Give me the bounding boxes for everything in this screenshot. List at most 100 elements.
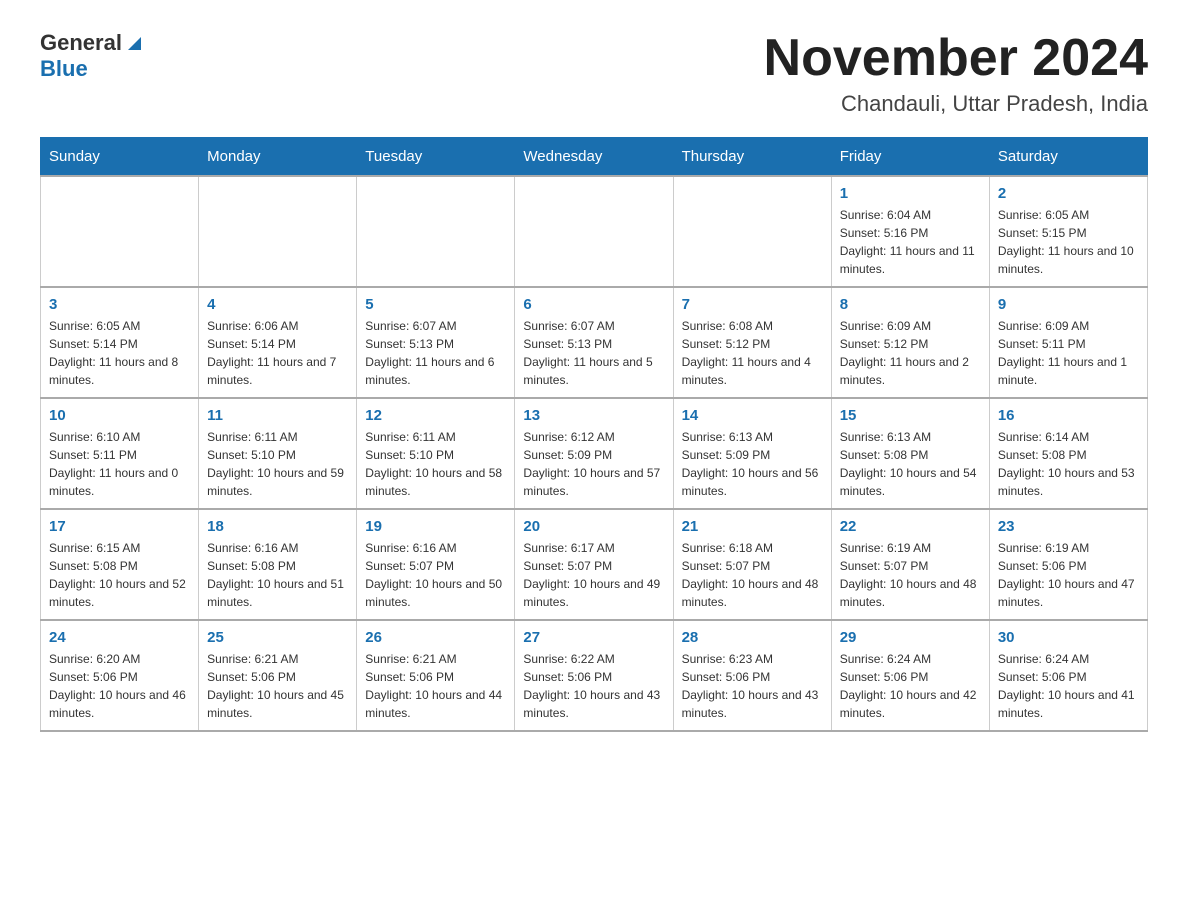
calendar-cell: 25 Sunrise: 6:21 AMSunset: 5:06 PMDayligh… [199, 620, 357, 731]
day-number: 18 [207, 518, 348, 535]
calendar-cell: 29Sunrise: 6:24 AMSunset: 5:06 PMDayligh… [831, 620, 989, 731]
calendar-cell: 12 Sunrise: 6:11 AMSunset: 5:10 PMDayligh… [357, 398, 515, 509]
day-number: 27 [523, 629, 664, 646]
logo-blue-text: Blue [40, 56, 88, 81]
day-info: Sunrise: 6:23 AMSunset: 5:06 PMDaylight:… [682, 650, 823, 722]
day-info: Sunrise: 6:16 AMSunset: 5:08 PMDaylight:… [207, 539, 348, 611]
day-number: 15 [840, 407, 981, 424]
day-info: Sunrise: 6:13 AMSunset: 5:08 PMDaylight:… [840, 428, 981, 500]
calendar-cell [357, 176, 515, 287]
day-number: 24 [49, 629, 190, 646]
day-info: Sunrise: 6:11 AMSunset: 5:10 PMDaylight:… [365, 428, 506, 500]
day-info: Sunrise: 6:18 AMSunset: 5:07 PMDaylight:… [682, 539, 823, 611]
calendar-cell: 23 Sunrise: 6:19 AMSunset: 5:06 PMDayligh… [989, 509, 1147, 620]
day-number: 19 [365, 518, 506, 535]
day-number: 8 [840, 296, 981, 313]
day-number: 25 [207, 629, 348, 646]
calendar-week-row: 1Sunrise: 6:04 AMSunset: 5:16 PMDaylight… [41, 176, 1148, 287]
day-number: 16 [998, 407, 1139, 424]
day-info: Sunrise: 6:17 AMSunset: 5:07 PMDaylight:… [523, 539, 664, 611]
calendar-cell: 22Sunrise: 6:19 AMSunset: 5:07 PMDayligh… [831, 509, 989, 620]
calendar-cell [673, 176, 831, 287]
day-number: 17 [49, 518, 190, 535]
calendar-cell: 15 Sunrise: 6:13 AMSunset: 5:08 PMDayligh… [831, 398, 989, 509]
weekday-header-tuesday: Tuesday [357, 138, 515, 177]
day-info: Sunrise: 6:13 AMSunset: 5:09 PMDaylight:… [682, 428, 823, 500]
calendar-week-row: 10 Sunrise: 6:10 AMSunset: 5:11 PMDayligh… [41, 398, 1148, 509]
day-info: Sunrise: 6:05 AMSunset: 5:15 PMDaylight:… [998, 206, 1139, 278]
calendar-cell: 28 Sunrise: 6:23 AMSunset: 5:06 PMDayligh… [673, 620, 831, 731]
day-number: 26 [365, 629, 506, 646]
calendar-cell: 9 Sunrise: 6:09 AMSunset: 5:11 PMDaylight… [989, 287, 1147, 398]
calendar-cell: 5Sunrise: 6:07 AMSunset: 5:13 PMDaylight… [357, 287, 515, 398]
calendar-cell: 7 Sunrise: 6:08 AMSunset: 5:12 PMDaylight… [673, 287, 831, 398]
day-number: 12 [365, 407, 506, 424]
day-info: Sunrise: 6:21 AMSunset: 5:06 PMDaylight:… [365, 650, 506, 722]
day-number: 20 [523, 518, 664, 535]
day-info: Sunrise: 6:08 AMSunset: 5:12 PMDaylight:… [682, 317, 823, 389]
calendar-cell: 6 Sunrise: 6:07 AMSunset: 5:13 PMDaylight… [515, 287, 673, 398]
day-number: 2 [998, 185, 1139, 202]
weekday-header-saturday: Saturday [989, 138, 1147, 177]
calendar-cell: 21Sunrise: 6:18 AMSunset: 5:07 PMDayligh… [673, 509, 831, 620]
day-number: 6 [523, 296, 664, 313]
day-info: Sunrise: 6:06 AMSunset: 5:14 PMDaylight:… [207, 317, 348, 389]
day-number: 28 [682, 629, 823, 646]
day-info: Sunrise: 6:19 AMSunset: 5:06 PMDaylight:… [998, 539, 1139, 611]
day-info: Sunrise: 6:11 AMSunset: 5:10 PMDaylight:… [207, 428, 348, 500]
calendar-cell: 19Sunrise: 6:16 AMSunset: 5:07 PMDayligh… [357, 509, 515, 620]
title-block: November 2024 Chandauli, Uttar Pradesh, … [764, 30, 1148, 117]
day-number: 13 [523, 407, 664, 424]
day-info: Sunrise: 6:09 AMSunset: 5:12 PMDaylight:… [840, 317, 981, 389]
calendar-cell [199, 176, 357, 287]
calendar-week-row: 3 Sunrise: 6:05 AMSunset: 5:14 PMDaylight… [41, 287, 1148, 398]
day-info: Sunrise: 6:10 AMSunset: 5:11 PMDaylight:… [49, 428, 190, 500]
weekday-header-sunday: Sunday [41, 138, 199, 177]
day-number: 14 [682, 407, 823, 424]
day-info: Sunrise: 6:21 AMSunset: 5:06 PMDaylight:… [207, 650, 348, 722]
day-number: 5 [365, 296, 506, 313]
day-info: Sunrise: 6:20 AMSunset: 5:06 PMDaylight:… [49, 650, 190, 722]
weekday-header-friday: Friday [831, 138, 989, 177]
month-year-title: November 2024 [764, 30, 1148, 87]
calendar-cell: 1Sunrise: 6:04 AMSunset: 5:16 PMDaylight… [831, 176, 989, 287]
calendar-cell: 4 Sunrise: 6:06 AMSunset: 5:14 PMDaylight… [199, 287, 357, 398]
day-number: 30 [998, 629, 1139, 646]
day-number: 4 [207, 296, 348, 313]
calendar-cell: 20 Sunrise: 6:17 AMSunset: 5:07 PMDayligh… [515, 509, 673, 620]
day-info: Sunrise: 6:07 AMSunset: 5:13 PMDaylight:… [523, 317, 664, 389]
calendar-cell: 10 Sunrise: 6:10 AMSunset: 5:11 PMDayligh… [41, 398, 199, 509]
day-info: Sunrise: 6:09 AMSunset: 5:11 PMDaylight:… [998, 317, 1139, 389]
calendar-cell: 8 Sunrise: 6:09 AMSunset: 5:12 PMDaylight… [831, 287, 989, 398]
day-number: 11 [207, 407, 348, 424]
calendar-cell: 18 Sunrise: 6:16 AMSunset: 5:08 PMDayligh… [199, 509, 357, 620]
calendar-cell: 16 Sunrise: 6:14 AMSunset: 5:08 PMDayligh… [989, 398, 1147, 509]
day-info: Sunrise: 6:14 AMSunset: 5:08 PMDaylight:… [998, 428, 1139, 500]
weekday-header-row: SundayMondayTuesdayWednesdayThursdayFrid… [41, 138, 1148, 177]
logo: General Blue [40, 30, 141, 83]
logo-general-text: General [40, 30, 122, 56]
calendar-cell: 27 Sunrise: 6:22 AMSunset: 5:06 PMDayligh… [515, 620, 673, 731]
calendar-cell: 17 Sunrise: 6:15 AMSunset: 5:08 PMDayligh… [41, 509, 199, 620]
day-number: 23 [998, 518, 1139, 535]
calendar-cell: 14 Sunrise: 6:13 AMSunset: 5:09 PMDayligh… [673, 398, 831, 509]
day-info: Sunrise: 6:12 AMSunset: 5:09 PMDaylight:… [523, 428, 664, 500]
calendar-cell: 3 Sunrise: 6:05 AMSunset: 5:14 PMDaylight… [41, 287, 199, 398]
day-info: Sunrise: 6:15 AMSunset: 5:08 PMDaylight:… [49, 539, 190, 611]
calendar-cell: 11 Sunrise: 6:11 AMSunset: 5:10 PMDayligh… [199, 398, 357, 509]
calendar-cell: 26 Sunrise: 6:21 AMSunset: 5:06 PMDayligh… [357, 620, 515, 731]
calendar-cell: 13 Sunrise: 6:12 AMSunset: 5:09 PMDayligh… [515, 398, 673, 509]
day-info: Sunrise: 6:05 AMSunset: 5:14 PMDaylight:… [49, 317, 190, 389]
location-subtitle: Chandauli, Uttar Pradesh, India [764, 91, 1148, 117]
day-info: Sunrise: 6:24 AMSunset: 5:06 PMDaylight:… [998, 650, 1139, 722]
calendar-table: SundayMondayTuesdayWednesdayThursdayFrid… [40, 137, 1148, 732]
day-number: 9 [998, 296, 1139, 313]
day-info: Sunrise: 6:04 AMSunset: 5:16 PMDaylight:… [840, 206, 981, 278]
day-number: 10 [49, 407, 190, 424]
calendar-cell: 30 Sunrise: 6:24 AMSunset: 5:06 PMDayligh… [989, 620, 1147, 731]
day-info: Sunrise: 6:22 AMSunset: 5:06 PMDaylight:… [523, 650, 664, 722]
day-number: 3 [49, 296, 190, 313]
day-info: Sunrise: 6:24 AMSunset: 5:06 PMDaylight:… [840, 650, 981, 722]
calendar-cell: 24 Sunrise: 6:20 AMSunset: 5:06 PMDayligh… [41, 620, 199, 731]
day-number: 7 [682, 296, 823, 313]
